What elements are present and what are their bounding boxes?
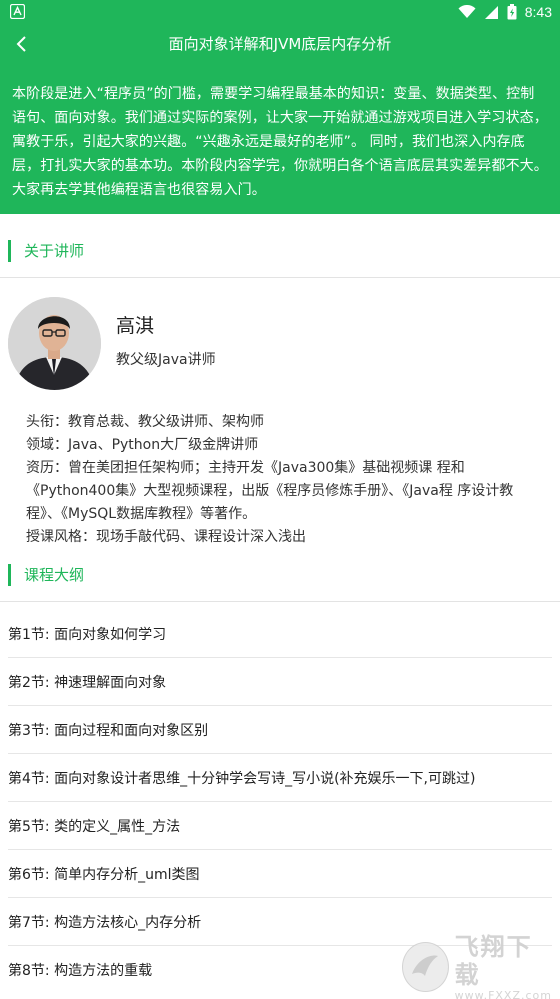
section-title-outline: 课程大纲: [24, 566, 85, 584]
watermark-name: 飞翔下载: [454, 932, 533, 989]
bio-line: 资历：曾在美团担任架构师；主持开发《Java300集》基础视频课 程和《Pyth…: [26, 460, 514, 522]
signal-icon: [484, 5, 498, 19]
teacher-avatar: [8, 297, 101, 390]
teacher-name: 高淇: [116, 315, 155, 337]
section-title-about: 关于讲师: [24, 242, 85, 260]
app-bar: 面向对象详解和JVM底层内存分析: [0, 24, 560, 64]
status-bar: 8:43: [0, 0, 560, 24]
outline-item[interactable]: 第5节: 类的定义_属性_方法: [0, 802, 560, 850]
status-time: 8:43: [524, 4, 552, 20]
bio-line: 授课风格：现场手敲代码、课程设计深入浅出: [26, 529, 306, 545]
section-header-outline: 课程大纲: [0, 552, 560, 598]
watermark: 飞翔下载 www.FXXZ.com: [402, 933, 552, 999]
section-header-about: 关于讲师: [0, 228, 560, 274]
outline-item[interactable]: 第1节: 面向对象如何学习: [0, 610, 560, 658]
page-title: 面向对象详解和JVM底层内存分析: [168, 35, 392, 53]
bio-line: 领域：Java、Python大厂级金牌讲师: [26, 437, 259, 453]
intro-description: 本阶段是进入“程序员”的门槛，需要学习编程最基本的知识：变量、数据类型、控制语句…: [0, 64, 560, 214]
outline-item[interactable]: 第6节: 简单内存分析_uml类图: [0, 850, 560, 898]
outline-item[interactable]: 第4节: 面向对象设计者思维_十分钟学会写诗_写小说(补充娱乐一下,可跳过): [0, 754, 560, 802]
teacher-bio: 头衔：教育总裁、教父级讲师、架构师 领域：Java、Python大厂级金牌讲师 …: [26, 411, 542, 549]
section-accent-bar: [8, 240, 11, 262]
outline-item[interactable]: 第3节: 面向过程和面向对象区别: [0, 706, 560, 754]
watermark-url: www.FXXZ.com: [454, 988, 552, 999]
app-icon: [10, 4, 25, 19]
watermark-logo-icon: [402, 942, 449, 992]
battery-icon: [507, 4, 517, 20]
teacher-title: 教父级Java讲师: [116, 352, 216, 368]
status-icons: 8:43: [458, 3, 552, 21]
divider: [0, 277, 560, 278]
section-accent-bar: [8, 564, 11, 586]
wifi-icon: [458, 5, 476, 18]
divider: [0, 601, 560, 602]
watermark-text: 飞翔下载 www.FXXZ.com: [455, 933, 552, 999]
bio-line: 头衔：教育总裁、教父级讲师、架构师: [26, 414, 264, 430]
outline-item[interactable]: 第2节: 神速理解面向对象: [0, 658, 560, 706]
